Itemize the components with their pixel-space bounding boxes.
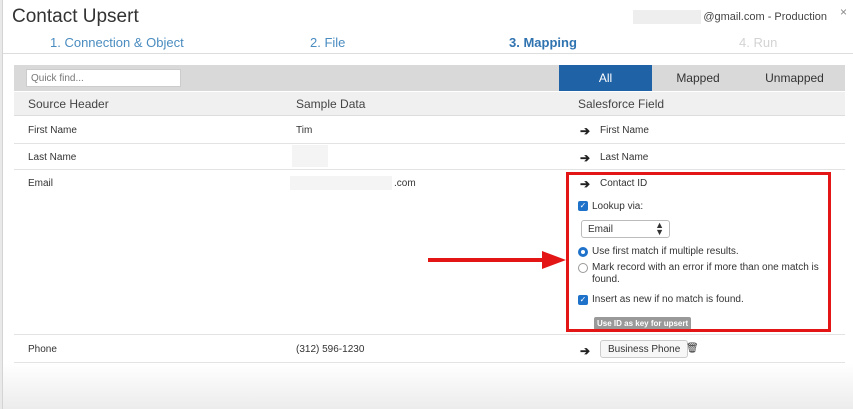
footer	[3, 363, 853, 409]
account-label: @gmail.com - Production	[633, 10, 827, 24]
table-row: Last Name ➔ Last Name	[14, 144, 845, 170]
step-file[interactable]: 2. File	[310, 35, 345, 50]
mapping-toolbar: All Mapped Unmapped	[14, 65, 845, 91]
arrow-right-icon: ➔	[580, 344, 591, 358]
sample-cell: Tim	[296, 125, 313, 136]
source-cell: Email	[28, 178, 54, 189]
arrow-right-icon: ➔	[580, 151, 591, 165]
step-run: 4. Run	[739, 35, 778, 50]
sample-cell: .com	[394, 178, 416, 189]
tab-unmapped[interactable]: Unmapped	[744, 65, 845, 91]
source-cell: First Name	[28, 125, 77, 136]
table-row: Phone (312) 596-1230 ➔ Business Phone 🗑	[14, 335, 845, 363]
tab-mapped[interactable]: Mapped	[652, 65, 744, 91]
account-suffix: @gmail.com - Production	[703, 10, 827, 23]
highlight-arrow-icon	[428, 251, 566, 269]
business-phone-button[interactable]: Business Phone	[600, 340, 689, 358]
title-bar: Contact Upsert @gmail.com - Production ×	[3, 0, 853, 32]
trash-icon[interactable]: 🗑	[686, 343, 699, 354]
step-mapping[interactable]: 3. Mapping	[509, 35, 577, 50]
redacted-sample	[292, 145, 328, 167]
quick-find-input[interactable]	[26, 69, 181, 87]
source-header-column: Source Header	[28, 97, 109, 111]
redacted-username	[633, 10, 702, 24]
tab-all[interactable]: All	[559, 65, 652, 91]
step-connection-object[interactable]: 1. Connection & Object	[50, 35, 184, 50]
source-cell: Phone	[28, 344, 57, 355]
window-title: Contact Upsert	[12, 6, 139, 27]
salesforce-field-column: Salesforce Field	[578, 97, 665, 111]
close-icon[interactable]: ×	[840, 5, 847, 19]
sample-data-column: Sample Data	[296, 97, 366, 111]
source-cell: Last Name	[28, 152, 77, 163]
arrow-right-icon: ➔	[580, 124, 591, 138]
wizard-steps: 1. Connection & Object 2. File 3. Mappin…	[3, 32, 853, 54]
table-row: First Name Tim ➔ First Name	[14, 117, 845, 144]
salesforce-field[interactable]: Last Name	[600, 152, 648, 163]
salesforce-field[interactable]: First Name	[600, 125, 649, 136]
column-header-row: Source Header Sample Data Salesforce Fie…	[14, 92, 845, 116]
highlight-box	[566, 172, 831, 332]
redacted-sample	[290, 176, 392, 190]
sample-cell: (312) 596-1230	[296, 344, 365, 355]
